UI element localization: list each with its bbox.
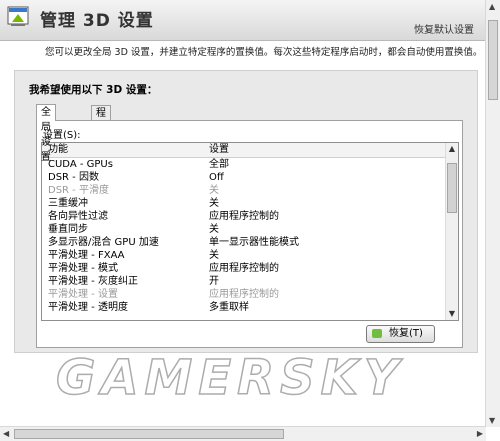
feature-value: 应用程序控制的 <box>209 289 279 300</box>
feature-value: 关 <box>209 185 219 196</box>
restore-icon <box>372 329 382 338</box>
tab-global-settings[interactable]: 全局设置 <box>36 104 56 163</box>
list-item[interactable]: 垂直同步 关 <box>42 223 445 236</box>
list-scrollbar[interactable]: ▲ ▼ <box>445 143 458 320</box>
settings-rows: CUDA - GPUs 全部 DSR - 因数 Off DSR - 平滑度关 三重缓… <box>42 158 445 314</box>
column-header-feature[interactable]: 功能 <box>48 143 68 157</box>
list-item: 平滑处理 - 设置 应用程序控制的 <box>42 288 445 301</box>
page-description: 您可以更改全局 3D 设置，并建立特定程序的置换值。每次这些特定程序启动时，都会… <box>45 47 483 58</box>
scroll-right-arrow-icon[interactable]: ▶ <box>477 429 483 438</box>
page-horizontal-scrollbar[interactable]: ◀ ▶ <box>0 426 486 441</box>
feature-name: 多显示器/混合 GPU 加速 <box>48 237 159 248</box>
feature-value[interactable]: 全部 <box>209 158 229 171</box>
list-item[interactable]: CUDA - GPUs 全部 <box>42 158 445 171</box>
feature-name: 平滑处理 - 灰度纠正 <box>48 276 138 287</box>
feature-name: 平滑处理 - 设置 <box>48 289 118 300</box>
tab-program-settings[interactable]: 程序设置 <box>91 105 111 164</box>
column-header-setting[interactable]: 设置 <box>209 143 229 157</box>
header-bar: 管理 3D 设置 恢复默认设置 <box>0 0 486 41</box>
feature-name: 平滑处理 - 透明度 <box>48 302 128 313</box>
feature-value[interactable]: Off <box>209 171 224 184</box>
feature-name: 平滑处理 - 模式 <box>48 263 118 274</box>
list-item[interactable]: 多显示器/混合 GPU 加速 单一显示器性能模式 <box>42 236 445 249</box>
feature-value[interactable]: 关 <box>209 249 219 262</box>
scroll-up-arrow-icon[interactable]: ▲ <box>446 143 458 155</box>
settings-panel: 我希望使用以下 3D 设置： 全局设置 程序设置 设置(S): 功能 设置 CU… <box>14 70 478 353</box>
list-header: 功能 设置 <box>42 143 445 158</box>
list-scroll-thumb[interactable] <box>447 163 457 213</box>
feature-value[interactable]: 应用程序控制的 <box>209 210 279 223</box>
settings-list[interactable]: 功能 设置 CUDA - GPUs 全部 DSR - 因数 Off DSR - 平滑… <box>41 142 459 321</box>
feature-name: DSR - 因数 <box>48 172 99 183</box>
list-item[interactable]: 平滑处理 - 模式 应用程序控制的 <box>42 262 445 275</box>
page-vertical-scroll-thumb[interactable] <box>488 20 498 100</box>
restore-button-label: 恢复(T) <box>389 328 423 339</box>
panel-heading: 我希望使用以下 3D 设置： <box>29 84 158 96</box>
list-item[interactable]: 平滑处理 - 灰度纠正 开 <box>42 275 445 288</box>
nvidia-3d-settings-icon <box>7 6 29 26</box>
scroll-down-arrow-icon[interactable]: ▼ <box>446 308 458 320</box>
feature-name: 平滑处理 - FXAA <box>48 250 125 261</box>
restore-button[interactable]: 恢复(T) <box>366 325 435 343</box>
scroll-down-arrow-icon[interactable]: ▼ <box>489 416 495 425</box>
scroll-left-arrow-icon[interactable]: ◀ <box>3 429 9 438</box>
page-title: 管理 3D 设置 <box>40 11 154 31</box>
restore-defaults-link[interactable]: 恢复默认设置 <box>414 21 474 36</box>
feature-value[interactable]: 多重取样 <box>209 301 249 314</box>
list-item[interactable]: DSR - 因数 Off <box>42 171 445 184</box>
feature-name: 三重缓冲 <box>48 198 88 209</box>
page-vertical-scrollbar[interactable]: ▲ ▼ <box>485 0 500 427</box>
feature-value[interactable]: 关 <box>209 197 219 210</box>
feature-name: DSR - 平滑度 <box>48 185 109 196</box>
scroll-up-arrow-icon[interactable]: ▲ <box>489 2 495 11</box>
list-item: DSR - 平滑度 关 <box>42 184 445 197</box>
list-item[interactable]: 三重缓冲 关 <box>42 197 445 210</box>
watermark-logo: GAMERSKY <box>55 349 405 407</box>
feature-name: 垂直同步 <box>48 224 88 235</box>
list-item[interactable]: 平滑处理 - 透明度 多重取样 <box>42 301 445 314</box>
feature-value[interactable]: 应用程序控制的 <box>209 262 279 275</box>
feature-value[interactable]: 单一显示器性能模式 <box>209 236 299 249</box>
feature-name: 各向异性过滤 <box>48 211 108 222</box>
page-horizontal-scroll-thumb[interactable] <box>14 429 284 439</box>
list-item[interactable]: 平滑处理 - FXAA 关 <box>42 249 445 262</box>
feature-value[interactable]: 开 <box>209 275 219 288</box>
global-settings-page: 设置(S): 功能 设置 CUDA - GPUs 全部 DSR - 因数 Off D… <box>36 120 463 348</box>
list-item[interactable]: 各向异性过滤 应用程序控制的 <box>42 210 445 223</box>
feature-value[interactable]: 关 <box>209 223 219 236</box>
feature-name: CUDA - GPUs <box>48 159 113 170</box>
